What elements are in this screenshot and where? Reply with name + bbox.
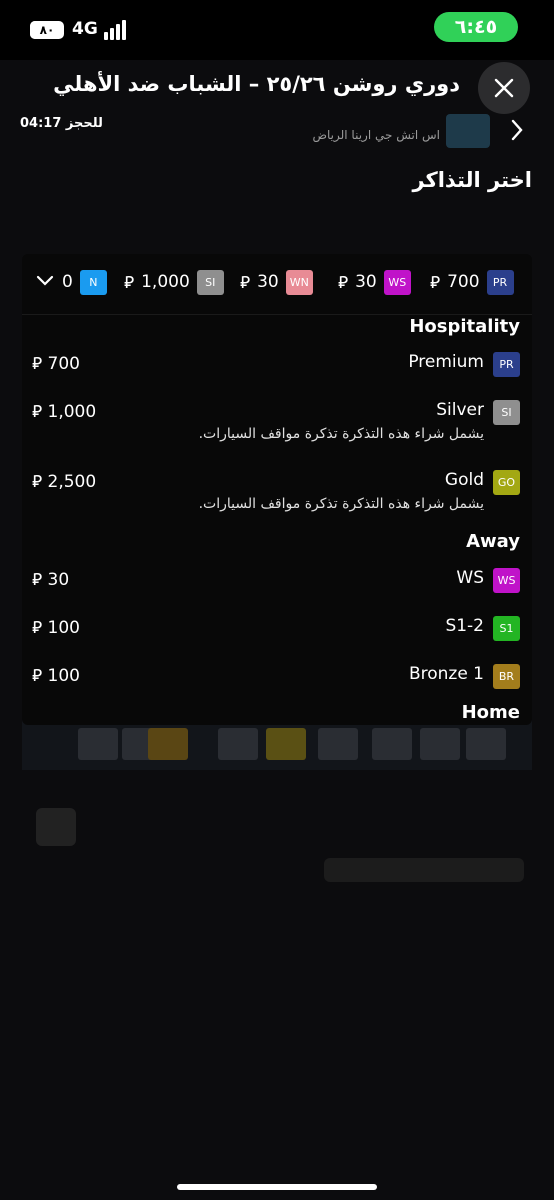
chip-badge: SI bbox=[196, 269, 224, 295]
filter-chip-si[interactable]: ⃁ 1,000 SI bbox=[124, 268, 224, 296]
tier-name: S1-2 bbox=[445, 616, 484, 636]
chip-price: 30 bbox=[257, 272, 279, 292]
divider bbox=[22, 314, 532, 315]
chevron-down-icon[interactable] bbox=[36, 274, 54, 288]
section-strip-blurred bbox=[22, 720, 532, 770]
chip-badge: N bbox=[79, 269, 107, 295]
tier-badge: SI bbox=[493, 400, 520, 425]
currency-icon: ⃁ bbox=[240, 273, 251, 293]
chip-price: 1,000 bbox=[141, 272, 190, 292]
battery-icon: ٨٠ bbox=[30, 21, 64, 39]
tier-name: Silver bbox=[436, 400, 484, 420]
chip-badge: PR bbox=[486, 269, 514, 295]
tier-name: WS bbox=[456, 568, 484, 588]
chip-badge: WN bbox=[285, 269, 313, 295]
filter-chip-n[interactable]: 0 N bbox=[62, 268, 107, 296]
tier-name: Bronze 1 bbox=[408, 664, 484, 684]
chip-price: 30 bbox=[355, 272, 377, 292]
group-label-away: Away bbox=[466, 531, 520, 552]
tier-price: ⃁ 100 bbox=[32, 618, 80, 638]
group-label-home: Home bbox=[461, 702, 520, 723]
section-title: اختر التذاكر bbox=[412, 168, 532, 192]
tier-price: ⃁ 700 bbox=[32, 354, 80, 374]
currency-icon: ⃁ bbox=[32, 354, 43, 374]
chip-price: 700 bbox=[447, 272, 480, 292]
close-button[interactable] bbox=[478, 62, 530, 114]
battery-level: ٨٠ bbox=[39, 23, 55, 37]
close-icon bbox=[494, 78, 514, 98]
currency-icon: ⃁ bbox=[32, 402, 43, 422]
page-title: دوري روشن ٢٥/٢٦ – الشباب ضد الأهلي bbox=[53, 72, 460, 96]
tier-price: ⃁ 100 bbox=[32, 666, 80, 686]
tier-badge: GO bbox=[493, 470, 520, 495]
clock-pill[interactable]: ٦:٤٥ bbox=[434, 12, 518, 42]
tier-badge: WS bbox=[493, 568, 520, 593]
price-filter-row: 0 N ⃁ 1,000 SI ⃁ 30 WN ⃁ 30 WS ⃁ 700 PR bbox=[22, 268, 532, 298]
currency-icon: ⃁ bbox=[32, 570, 43, 590]
currency-icon: ⃁ bbox=[32, 472, 43, 492]
filter-chip-ws[interactable]: ⃁ 30 WS bbox=[338, 268, 411, 296]
tier-badge: BR bbox=[493, 664, 520, 689]
home-indicator[interactable] bbox=[177, 1184, 377, 1190]
status-bar: ٨٠ 4G ٦:٤٥ bbox=[0, 0, 554, 60]
tier-name: Gold bbox=[444, 470, 484, 490]
tier-price: ⃁ 30 bbox=[32, 570, 70, 590]
ticket-panel: 0 N ⃁ 1,000 SI ⃁ 30 WN ⃁ 30 WS ⃁ 700 PR … bbox=[22, 254, 532, 725]
tier-name: Premium bbox=[408, 352, 484, 372]
event-summary[interactable]: 04:17 للحجز اس اتش جي ارينا الرياض bbox=[0, 110, 554, 150]
booking-countdown: 04:17 للحجز bbox=[20, 116, 103, 131]
signal-icon bbox=[104, 20, 128, 40]
tier-badge: PR bbox=[493, 352, 520, 377]
filter-chip-wn[interactable]: ⃁ 30 WN bbox=[240, 268, 313, 296]
tier-note: يشمل شراء هذه التذكرة تذكرة مواقف السيار… bbox=[198, 426, 484, 442]
search-icon bbox=[36, 808, 76, 846]
currency-icon: ⃁ bbox=[32, 666, 43, 686]
currency-icon: ⃁ bbox=[430, 273, 441, 293]
group-label-hospitality: Hospitality bbox=[409, 316, 520, 337]
help-link-blurred bbox=[324, 858, 524, 882]
chip-badge: WS bbox=[383, 269, 411, 295]
network-type: 4G bbox=[72, 19, 98, 39]
venue-name: اس اتش جي ارينا الرياض bbox=[312, 128, 441, 142]
tier-price: ⃁ 2,500 bbox=[32, 472, 97, 492]
event-thumbnail bbox=[446, 114, 490, 148]
currency-icon: ⃁ bbox=[338, 273, 349, 293]
filter-chip-pr[interactable]: ⃁ 700 PR bbox=[430, 268, 514, 296]
tier-badge: S1 bbox=[493, 616, 520, 641]
tier-note: يشمل شراء هذه التذكرة تذكرة مواقف السيار… bbox=[198, 496, 484, 512]
tier-price: ⃁ 1,000 bbox=[32, 402, 97, 422]
currency-icon: ⃁ bbox=[124, 273, 135, 293]
chip-price: 0 bbox=[62, 272, 73, 292]
chevron-right-icon[interactable] bbox=[510, 118, 524, 142]
currency-icon: ⃁ bbox=[32, 618, 43, 638]
